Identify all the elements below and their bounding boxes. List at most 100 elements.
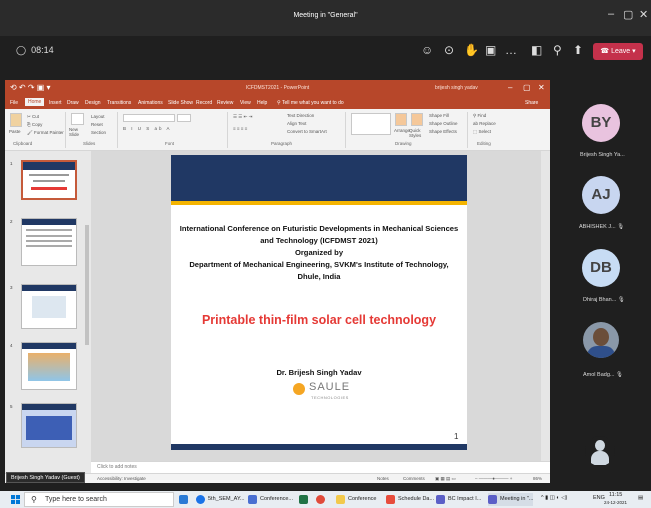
slide-thumbnail[interactable] [21, 218, 77, 266]
taskbar-app-excel[interactable] [299, 493, 311, 506]
taskbar-app[interactable]: BC Impact I... [436, 493, 481, 506]
align-text[interactable]: Align Text [287, 121, 306, 126]
shape-effects[interactable]: Shape Effects [429, 129, 457, 134]
select-button[interactable]: ⬚ Select [473, 129, 491, 135]
close-icon[interactable]: ✕ [639, 8, 648, 21]
find-button[interactable]: ⚲ Find [473, 113, 486, 119]
tray-icons[interactable]: ^ ▮ ◫ ◐ ◁) [541, 495, 567, 501]
slide-thumbnail[interactable] [21, 403, 77, 448]
participant-photo[interactable] [583, 322, 619, 358]
share-button[interactable]: Share [525, 100, 538, 106]
notes-pane[interactable]: Click to add notes [91, 461, 550, 472]
menu-transitions[interactable]: Transitions [107, 100, 131, 106]
menu-animations[interactable]: Animations [138, 100, 163, 106]
new-slide-icon[interactable] [71, 113, 84, 125]
layout-button[interactable]: Layout [91, 114, 105, 119]
tell-me-search[interactable]: ⚲ Tell me what you want to do [277, 100, 344, 106]
menu-insert[interactable]: Insert [49, 100, 62, 106]
notifications-icon[interactable]: ▤ [638, 495, 643, 501]
menu-review[interactable]: Review [217, 100, 233, 106]
tray-date[interactable]: 24-12-2021 [604, 500, 627, 505]
leave-button[interactable]: ☎ Leave ▾ [593, 43, 643, 60]
menu-help[interactable]: Help [257, 100, 267, 106]
shape-outline[interactable]: Shape Outline [429, 121, 458, 126]
slide[interactable]: International Conference on Futuristic D… [171, 155, 467, 450]
shape-fill[interactable]: Shape Fill [429, 113, 449, 118]
ppt-maximize-icon[interactable]: ▢ [523, 83, 531, 92]
thumbnail-scrollbar[interactable] [85, 225, 89, 345]
comments-toggle[interactable]: Comments [403, 476, 425, 481]
menu-file[interactable]: File [10, 100, 18, 106]
slide-header-band [171, 155, 467, 201]
tray-time[interactable]: 11:15 [609, 492, 622, 498]
avatar[interactable]: BY [582, 104, 620, 142]
text-direction[interactable]: Text Direction [287, 113, 314, 118]
align-icons[interactable]: ≡ ≡ ≡ ≡ [233, 126, 247, 131]
menu-design[interactable]: Design [85, 100, 101, 106]
menu-view[interactable]: View [240, 100, 251, 106]
replace-button[interactable]: ab Replace [473, 121, 496, 126]
self-view[interactable] [585, 436, 615, 466]
font-size-field[interactable] [177, 114, 191, 122]
accessibility-status[interactable]: Accessibility: Investigate [97, 476, 146, 481]
ppt-close-icon[interactable]: ✕ [538, 83, 545, 92]
taskbar-search[interactable]: ⚲ Type here to search [24, 492, 174, 507]
canvas-scrollbar[interactable] [541, 151, 550, 461]
format-painter-icon[interactable]: 🖌 Format Painter [27, 130, 64, 136]
font-format-icons[interactable]: B I U S ab A [123, 126, 172, 131]
notes-toggle[interactable]: Notes [377, 476, 389, 481]
paste-icon[interactable] [10, 113, 22, 127]
windows-start-icon[interactable] [11, 495, 20, 504]
participants-icon[interactable]: ☺ [421, 43, 433, 57]
maximize-icon[interactable]: ▢ [623, 8, 633, 21]
avatar[interactable]: AJ [582, 176, 620, 214]
view-icons[interactable]: ▣ ▦ ▤ ▭ [435, 476, 456, 482]
slide-thumbnail[interactable] [21, 342, 77, 390]
taskbar-app-chrome[interactable] [316, 493, 328, 506]
ppt-minimize-icon[interactable]: – [508, 83, 512, 92]
rooms-icon[interactable]: ▣ [485, 43, 496, 57]
raise-hand-icon[interactable]: ✋ [464, 43, 479, 57]
quick-styles-button[interactable]: Quick Styles [409, 128, 429, 138]
font-name-field[interactable] [123, 114, 175, 122]
cut-icon[interactable]: ✂ Cut [27, 114, 39, 120]
quick-styles-icon[interactable] [411, 113, 423, 126]
reset-button[interactable]: Reset [91, 122, 103, 127]
presenter-name-tag: Brijesh Singh Yadav (Guest) [6, 472, 85, 483]
slide-thumbnail[interactable] [21, 284, 77, 329]
pin-icon[interactable]: 🎙 [618, 297, 625, 303]
menu-draw[interactable]: Draw [67, 100, 79, 106]
taskbar-app[interactable]: Conference [336, 493, 376, 506]
list-icons[interactable]: ☰ ☰ ⇤ ⇥ [233, 114, 252, 120]
taskbar-app[interactable]: Schedule Da... [386, 493, 434, 506]
paste-label[interactable]: Paste [9, 129, 21, 134]
new-slide-label[interactable]: New Slide [69, 127, 89, 137]
zoom-level[interactable]: 86% [533, 476, 542, 481]
menu-home[interactable]: Home [25, 98, 45, 106]
minimize-icon[interactable]: – [608, 8, 614, 20]
taskbar-app-widget[interactable] [179, 493, 191, 506]
taskbar-app[interactable]: Conference... [248, 493, 293, 506]
share-icon[interactable]: ⬆ [573, 43, 583, 57]
slide-thumbnail-pane: 1 2 3 4 5 [5, 151, 91, 473]
taskbar-app[interactable]: 5th_SEM_AY... [196, 493, 245, 506]
slide-thumbnail[interactable] [21, 160, 77, 200]
more-actions-icon[interactable]: … [505, 43, 517, 57]
convert-smartart[interactable]: Convert to SmartArt [287, 129, 327, 134]
arrange-button[interactable]: Arrange [394, 128, 410, 133]
pin-icon[interactable]: 🎙 [617, 224, 624, 230]
arrange-icon[interactable] [395, 113, 407, 126]
menu-slide-show[interactable]: Slide Show [168, 100, 193, 106]
chat-icon[interactable]: ⊙ [444, 43, 454, 57]
section-button[interactable]: Section [91, 130, 106, 135]
zoom-slider[interactable]: – ———●——— + [475, 476, 512, 481]
copy-icon[interactable]: ⎘ Copy [27, 122, 42, 127]
shapes-gallery[interactable] [351, 113, 391, 135]
camera-icon[interactable]: ◧ [531, 43, 542, 57]
taskbar-app-teams[interactable]: Meeting in "... [488, 493, 534, 506]
pin-icon[interactable]: 🎙 [616, 372, 623, 378]
avatar[interactable]: DB [582, 249, 620, 287]
menu-record[interactable]: Record [196, 100, 212, 106]
mic-icon[interactable]: ⚲ [553, 43, 562, 57]
search-icon: ⚲ [31, 495, 37, 504]
